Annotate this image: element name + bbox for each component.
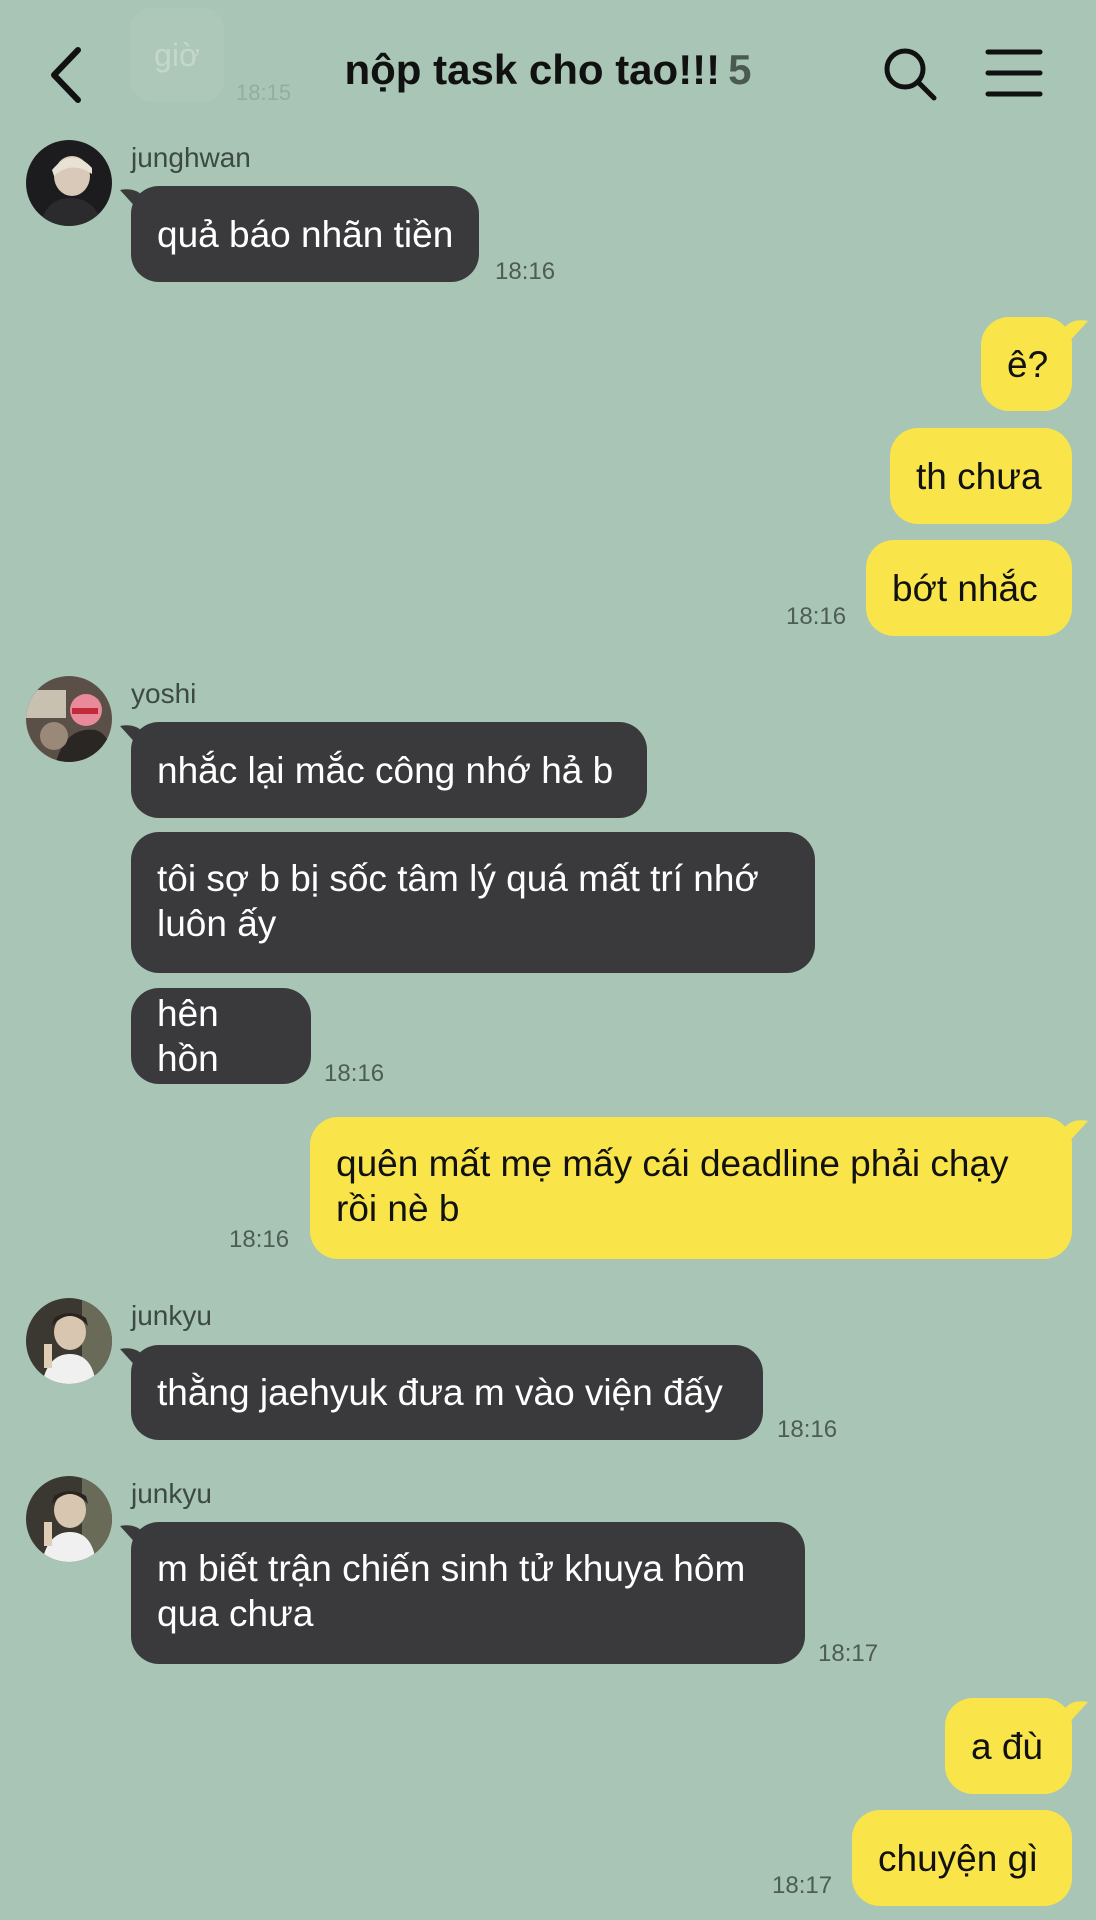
bubble-tail <box>120 1525 148 1548</box>
message-time: 18:16 <box>495 258 556 285</box>
bubble-tail <box>120 1348 148 1371</box>
avatar-image <box>26 140 112 226</box>
message-text: a đù <box>971 1725 1044 1767</box>
message-text: th chưa <box>916 455 1042 497</box>
search-button[interactable] <box>880 44 942 106</box>
message-bubble-outgoing[interactable]: chuyện gì <box>852 1810 1072 1906</box>
message-text: ê? <box>1007 343 1049 385</box>
menu-button[interactable] <box>984 46 1044 100</box>
message-time: 18:17 <box>818 1640 879 1667</box>
message-bubble-incoming[interactable]: quả báo nhãn tiền <box>131 186 480 282</box>
message-time: 18:16 <box>324 1060 385 1087</box>
message-text: hên hồn <box>157 993 219 1079</box>
message-bubble-outgoing[interactable]: quên mất mẹ mấy cái deadline phải chạy r… <box>310 1117 1072 1259</box>
message-time: 18:16 <box>786 603 847 630</box>
message-bubble-incoming[interactable]: m biết trận chiến sinh tử khuya hôm qua … <box>131 1522 805 1664</box>
chat-header: giờ 18:15 nộp task cho tao!!! 5 <box>0 0 1096 140</box>
message-text-line: m biết trận chiến sinh tử khuya hôm <box>157 1548 746 1589</box>
avatar-image <box>26 1476 112 1562</box>
avatar-junkyu[interactable] <box>26 1476 112 1562</box>
message-text: quả báo nhãn tiền <box>157 213 454 255</box>
bubble-tail <box>120 189 148 212</box>
message-text-line: luôn ấy <box>157 903 277 944</box>
avatar-image <box>26 1298 112 1384</box>
message-bubble-outgoing[interactable]: th chưa <box>890 428 1072 524</box>
sender-name: junghwan <box>131 142 251 173</box>
message-time: 18:16 <box>777 1416 838 1443</box>
sender-name: yoshi <box>131 678 197 709</box>
message-time: 18:16 <box>229 1226 290 1253</box>
avatar-junkyu[interactable] <box>26 1298 112 1384</box>
chat-title-text: nộp task cho tao!!! <box>344 46 721 93</box>
message-bubble-incoming[interactable]: nhắc lại mắc công nhớ hả b <box>131 722 647 818</box>
bubble-tail <box>1060 1701 1088 1724</box>
sender-name: junkyu <box>131 1478 212 1509</box>
message-text-line: qua chưa <box>157 1593 314 1634</box>
message-text: thằng jaehyuk đưa m vào viện đấy <box>157 1372 723 1413</box>
message-text: nhắc lại mắc công nhớ hả b <box>157 749 614 791</box>
message-text-line: quên mất mẹ mấy cái deadline phải chạy <box>336 1143 1009 1184</box>
bubble-tail <box>1060 320 1088 343</box>
message-bubble-outgoing[interactable]: a đù <box>945 1698 1072 1794</box>
avatar-junghwan[interactable] <box>26 140 112 226</box>
member-count: 5 <box>728 46 752 93</box>
search-icon <box>884 48 937 101</box>
avatar-image <box>26 676 112 762</box>
hamburger-menu-icon <box>985 49 1043 97</box>
message-bubble-incoming[interactable]: tôi sợ b bị sốc tâm lý quá mất trí nhớ l… <box>131 832 815 973</box>
message-time: 18:17 <box>772 1872 833 1899</box>
message-text-line: rồi nè b <box>336 1188 460 1229</box>
message-bubble-incoming[interactable]: hên hồn <box>131 988 311 1084</box>
message-bubble-incoming[interactable]: thằng jaehyuk đưa m vào viện đấy <box>131 1345 763 1440</box>
message-text-line: tôi sợ b bị sốc tâm lý quá mất trí nhớ <box>157 858 759 899</box>
bubble-tail <box>120 725 148 748</box>
message-text: chuyện gì <box>878 1837 1039 1879</box>
message-text: bớt nhắc <box>892 567 1038 609</box>
message-bubble-outgoing[interactable]: bớt nhắc <box>866 540 1072 636</box>
bubble-tail <box>1060 1120 1088 1143</box>
avatar-yoshi[interactable] <box>26 676 112 762</box>
sender-name: junkyu <box>131 1300 212 1331</box>
